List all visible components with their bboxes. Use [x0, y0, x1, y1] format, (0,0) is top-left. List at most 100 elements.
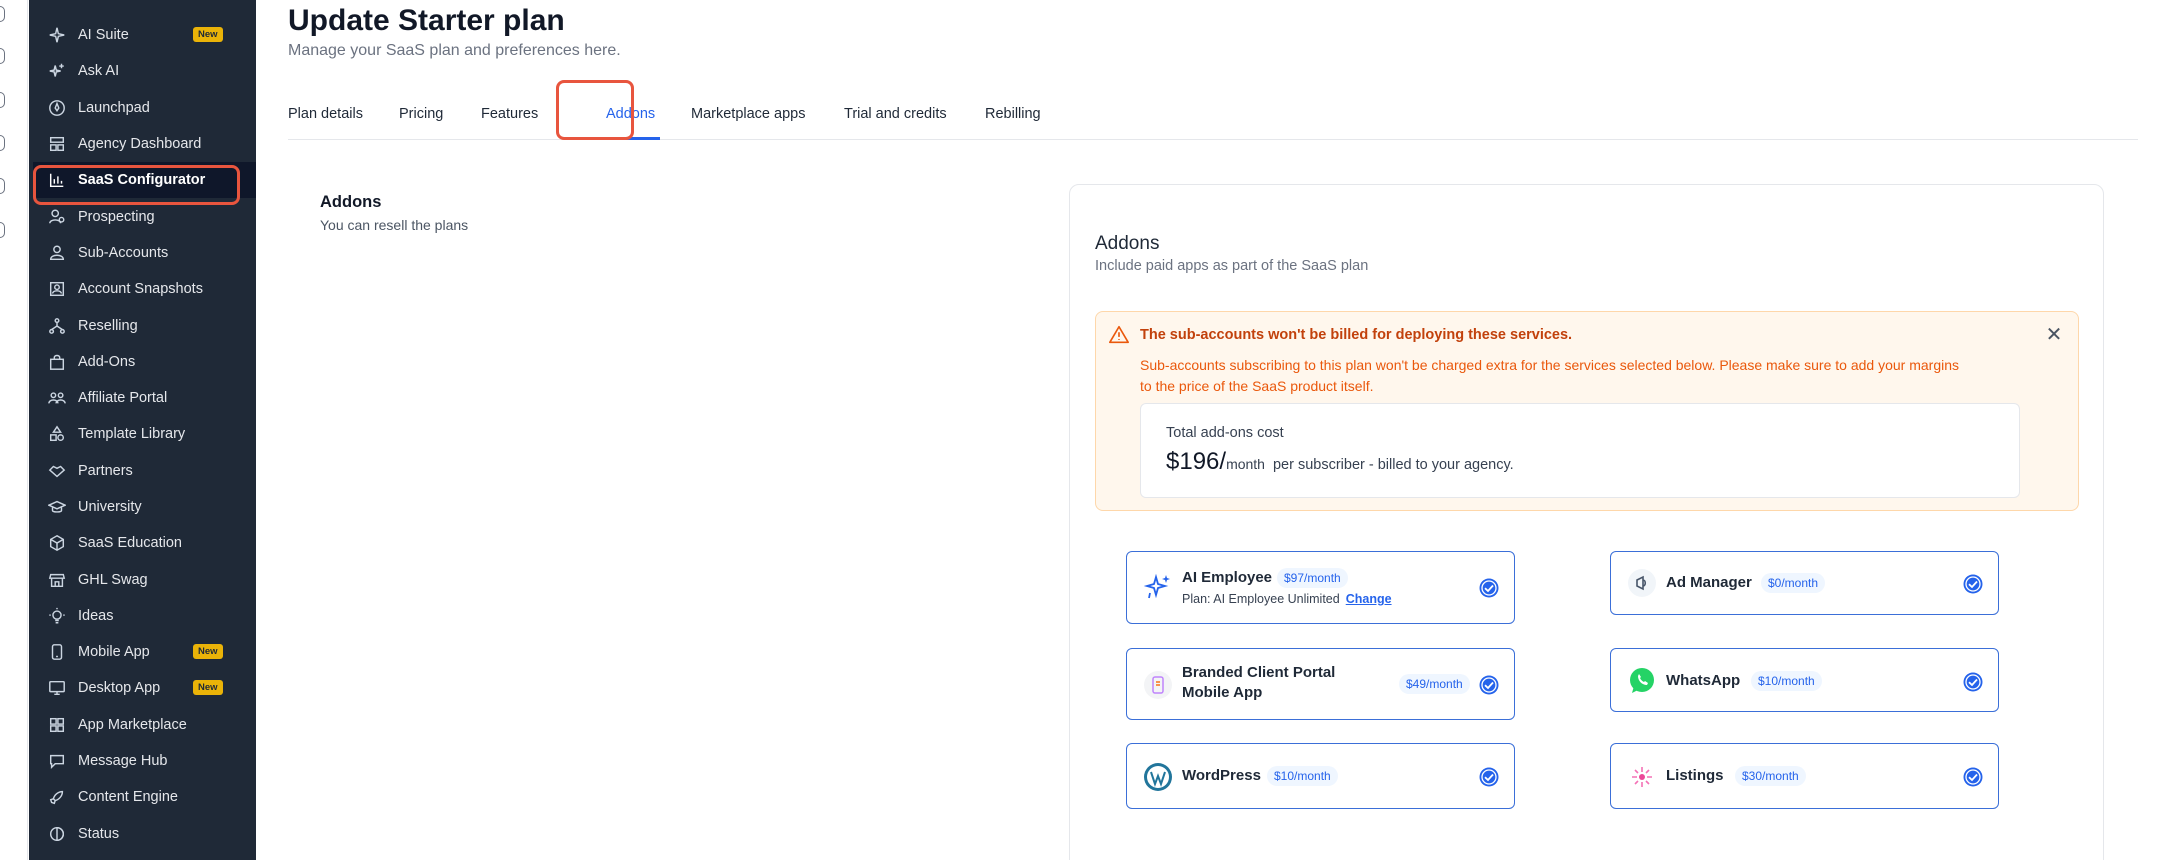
edge-control[interactable] — [0, 222, 5, 238]
bag-icon — [47, 352, 67, 372]
cube-icon — [47, 533, 67, 553]
sidebar-nav: AI Suite New Ask AI Launchpad Agency Das… — [33, 17, 263, 852]
sidebar-item-saas-education[interactable]: SaaS Education — [33, 525, 263, 561]
sidebar-item-label: Add-Ons — [78, 353, 136, 370]
addon-price-badge: $10/month — [1751, 671, 1822, 691]
sidebar-item-reselling[interactable]: Reselling — [33, 307, 263, 343]
sidebar-item-partners[interactable]: Partners — [33, 453, 263, 489]
ai-sparkles-icon — [1143, 572, 1173, 602]
sidebar-item-label: Partners — [78, 462, 133, 479]
addon-price-badge: $49/month — [1399, 674, 1470, 694]
addon-card-ad-manager[interactable]: Ad Manager $0/month — [1610, 551, 1999, 615]
check-circle-icon[interactable] — [1478, 766, 1500, 788]
sidebar-item-label: Launchpad — [78, 99, 150, 116]
mobile-icon — [47, 642, 67, 662]
sidebar-item-template-library[interactable]: Template Library — [33, 416, 263, 452]
close-icon[interactable]: ✕ — [2044, 325, 2064, 346]
check-circle-icon[interactable] — [1962, 671, 1984, 693]
sidebar-item-mobile-app[interactable]: Mobile App New — [33, 634, 263, 670]
tab-addons[interactable]: Addons — [606, 106, 655, 122]
sidebar-item-add-ons[interactable]: Add-Ons — [33, 344, 263, 380]
sidebar-item-agency-dashboard[interactable]: Agency Dashboard — [33, 126, 263, 162]
sidebar-item-label: SaaS Education — [78, 535, 182, 552]
tab-trial-and-credits[interactable]: Trial and credits — [844, 106, 947, 122]
store-icon — [47, 570, 67, 590]
sidebar-item-ghl-swag[interactable]: GHL Swag — [33, 561, 263, 597]
addon-price-badge: $0/month — [1761, 573, 1826, 593]
addon-price-badge: $97/month — [1277, 568, 1348, 588]
sparkle-plus-icon — [47, 61, 67, 81]
sidebar-item-label: Message Hub — [78, 753, 168, 770]
new-badge: New — [193, 27, 223, 42]
sidebar-item-label: GHL Swag — [78, 571, 148, 588]
snapshot-icon — [47, 279, 67, 299]
addon-card-branded-client-portal[interactable]: Branded Client Portal Mobile App $49/mon… — [1126, 648, 1515, 720]
edge-control[interactable] — [0, 178, 5, 194]
sidebar-item-label: Status — [78, 825, 120, 842]
sidebar-item-university[interactable]: University — [33, 489, 263, 525]
edge-control[interactable] — [0, 6, 5, 22]
addon-card-ai-employee[interactable]: AI Employee $97/month Plan: AI Employee … — [1126, 551, 1515, 624]
sidebar-item-content-engine[interactable]: Content Engine — [33, 779, 263, 815]
sidebar-item-message-hub[interactable]: Message Hub — [33, 743, 263, 779]
check-circle-icon[interactable] — [1962, 766, 1984, 788]
network-icon — [47, 316, 67, 336]
sidebar-item-prospecting[interactable]: Prospecting — [33, 198, 263, 234]
sidebar-item-ideas[interactable]: Ideas — [33, 598, 263, 634]
status-icon — [47, 824, 67, 844]
sidebar-item-account-snapshots[interactable]: Account Snapshots — [33, 271, 263, 307]
addon-name: Ad Manager — [1666, 574, 1752, 591]
rocket-icon — [47, 787, 67, 807]
sidebar-item-saas-configurator[interactable]: SaaS Configurator — [33, 162, 263, 199]
addon-card-wordpress[interactable]: WordPress $10/month — [1126, 743, 1515, 809]
addon-card-whatsapp[interactable]: WhatsApp $10/month — [1610, 648, 1999, 712]
page-title: Update Starter plan — [288, 4, 565, 37]
edge-control[interactable] — [0, 48, 5, 64]
addon-price-badge: $30/month — [1735, 766, 1806, 786]
change-plan-link[interactable]: Change — [1346, 592, 1392, 606]
sidebar-item-desktop-app[interactable]: Desktop App New — [33, 670, 263, 706]
sidebar-item-label: Template Library — [78, 426, 186, 443]
sidebar-item-label: University — [78, 499, 142, 515]
sidebar-item-label: Account Snapshots — [78, 281, 203, 298]
tab-features[interactable]: Features — [481, 106, 538, 122]
wordpress-icon — [1143, 762, 1173, 792]
sidebar-item-affiliate-portal[interactable]: Affiliate Portal — [33, 380, 263, 416]
sidebar-item-ai-suite[interactable]: AI Suite New — [33, 17, 263, 53]
addon-card-listings[interactable]: Listings $30/month — [1610, 743, 1999, 809]
cost-note: per subscriber - billed to your agency. — [1272, 457, 1514, 473]
ad-manager-icon — [1627, 568, 1657, 598]
check-circle-icon[interactable] — [1478, 577, 1500, 599]
lightbulb-icon — [47, 606, 67, 626]
sidebar-item-label: Reselling — [78, 317, 138, 334]
edge-control[interactable] — [0, 92, 5, 108]
check-circle-icon[interactable] — [1962, 573, 1984, 595]
cost-amount: $196/ — [1166, 448, 1227, 475]
addon-plan-label: Plan: AI Employee Unlimited — [1182, 592, 1340, 606]
edge-control[interactable] — [0, 135, 5, 151]
user-search-icon — [47, 207, 67, 227]
alert-title: The sub-accounts won't be billed for dep… — [1140, 327, 1573, 343]
tab-plan-details[interactable]: Plan details — [288, 106, 363, 122]
sidebar: AI Suite New Ask AI Launchpad Agency Das… — [29, 0, 285, 860]
total-cost-box: Total add-ons cost $196/month per subscri… — [1140, 403, 2020, 498]
sidebar-item-app-marketplace[interactable]: App Marketplace — [33, 707, 263, 743]
sidebar-item-status[interactable]: Status — [33, 816, 263, 852]
tab-bar: Plan details Pricing Features Addons Mar… — [288, 100, 2138, 140]
active-tab-indicator — [606, 137, 660, 140]
sidebar-item-label: Affiliate Portal — [78, 390, 168, 407]
tab-rebilling[interactable]: Rebilling — [985, 106, 1041, 122]
cost-label: Total add-ons cost — [1166, 425, 1284, 441]
sidebar-item-ask-ai[interactable]: Ask AI — [33, 53, 263, 89]
alert-body: Sub-accounts subscribing to this plan wo… — [1140, 357, 1959, 394]
warning-icon — [1109, 325, 1129, 344]
sidebar-item-launchpad[interactable]: Launchpad — [33, 90, 263, 126]
check-circle-icon[interactable] — [1478, 674, 1500, 696]
sidebar-item-sub-accounts[interactable]: Sub-Accounts — [33, 235, 263, 271]
rocket-circle-icon — [47, 98, 67, 118]
tab-pricing[interactable]: Pricing — [399, 106, 443, 122]
card-subtitle: Include paid apps as part of the SaaS pl… — [1095, 258, 1369, 274]
dashboard-icon — [47, 134, 67, 154]
sidebar-item-label: Content Engine — [78, 789, 178, 806]
tab-marketplace-apps[interactable]: Marketplace apps — [691, 106, 805, 122]
